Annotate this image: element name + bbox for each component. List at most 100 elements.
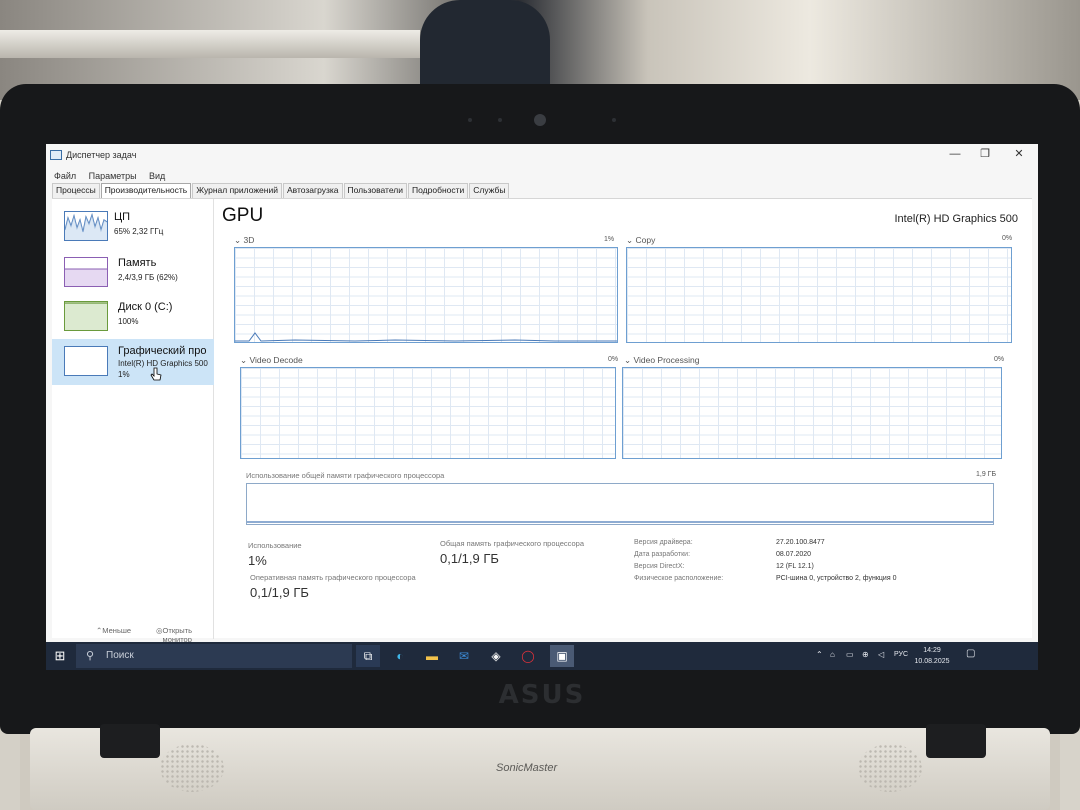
page-title: GPU (222, 205, 264, 226)
sidebar-item-cpu[interactable]: ЦП 65% 2,32 ГГц (52, 205, 214, 249)
screen: Диспетчер задач — ❐ ✕ Файл Параметры Вид… (46, 144, 1038, 670)
cpu-thumbnail (64, 211, 108, 241)
person-in-background (420, 0, 550, 95)
sound-brand-label: SonicMaster (496, 762, 558, 774)
shared-memory-value: 0,1/1,9 ГБ (440, 551, 499, 566)
task-view-icon[interactable]: ⧉ (356, 645, 380, 667)
notifications-icon[interactable]: ▢ (966, 648, 975, 659)
graph-label-video-decode[interactable]: ⌄ Video Decode (240, 355, 303, 366)
graph-percent-video-decode: 0% (608, 356, 619, 363)
close-button[interactable]: ✕ (1004, 145, 1034, 163)
volume-icon[interactable]: ◁ (878, 650, 884, 659)
tab-processes[interactable]: Процессы (52, 183, 100, 198)
tab-details[interactable]: Подробности (408, 183, 469, 198)
tab-startup[interactable]: Автозагрузка (282, 183, 343, 198)
clock-time: 14:29 (923, 647, 941, 654)
disk-thumbnail (64, 301, 108, 331)
language-indicator[interactable]: РУС (894, 651, 908, 658)
globe-icon[interactable]: ⊕ (862, 650, 869, 659)
mail-icon[interactable]: ✉ (452, 645, 476, 667)
graph-video-decode (240, 367, 616, 459)
info-location-value: PCI-шина 0, устройство 2, функция 0 (776, 575, 897, 582)
graph-label-video-processing[interactable]: ⌄ Video Processing (624, 355, 699, 366)
sidebar-item-memory[interactable]: Память 2,4/3,9 ГБ (62%) (52, 251, 214, 295)
sidebar-item-detail: Intel(R) HD Graphics 500 (118, 359, 208, 368)
sidebar-item-label: Графический про (118, 345, 207, 357)
menu-view[interactable]: Вид (149, 171, 165, 181)
sensor-dot (468, 118, 472, 122)
battery-icon[interactable]: ▭ (846, 650, 854, 659)
taskbar: ⊞ ⚲ Поиск ⧉ ◐ ▬ ✉ ◈ ◯ ▣ ⌃ ⌂ ▭ ⊕ ◁ РУС 14… (46, 642, 1038, 670)
graph-label-copy[interactable]: ⌄ Copy (626, 235, 655, 246)
memory-thumbnail (64, 257, 108, 287)
info-driver-value: 27.20.100.8477 (776, 539, 825, 546)
tab-services[interactable]: Службы (469, 183, 510, 198)
clock[interactable]: 14:29 10.08.2025 (910, 645, 954, 667)
resource-monitor-link[interactable]: ◎ Открыть монитор ресурсов (156, 626, 194, 653)
footer-bar: ⌃ Меньше ◎ Открыть монитор ресурсов (46, 624, 1038, 653)
task-manager-taskbar-icon[interactable]: ▣ (550, 645, 574, 667)
menu-options[interactable]: Параметры (89, 171, 137, 181)
edge-icon[interactable]: ◐ (388, 645, 412, 667)
tab-strip: Процессы Производительность Журнал прило… (52, 183, 510, 198)
sidebar-item-usage: 1% (118, 370, 130, 379)
webcam-icon (534, 114, 546, 126)
sidebar-item-detail: 65% 2,32 ГГц (114, 227, 164, 236)
tab-app-history[interactable]: Журнал приложений (192, 183, 282, 198)
network-icon[interactable]: ⌂ (830, 650, 835, 659)
maximize-button[interactable]: ❐ (970, 145, 1000, 163)
hinge-left (100, 724, 160, 758)
windows-start-icon[interactable]: ⊞ (46, 642, 74, 670)
store-icon[interactable]: ◈ (484, 645, 508, 667)
graph-label-3d[interactable]: ⌄ 3D (234, 235, 254, 246)
gpu-model-name: Intel(R) HD Graphics 500 (894, 213, 1019, 225)
sidebar-item-detail: 2,4/3,9 ГБ (62%) (118, 273, 178, 282)
graph-copy (626, 247, 1012, 343)
menu-file[interactable]: Файл (54, 171, 76, 181)
performance-pane: ЦП 65% 2,32 ГГц Память 2,4/3,9 ГБ (62%) … (52, 198, 1032, 639)
info-date-value: 08.07.2020 (776, 551, 812, 558)
tray-overflow-icon[interactable]: ⌃ (816, 650, 823, 659)
task-manager-icon (50, 150, 62, 160)
store-shelf (0, 30, 420, 58)
sidebar-item-disk[interactable]: Диск 0 (C:) 100% (52, 295, 214, 339)
graph-percent-3d: 1% (604, 236, 615, 243)
info-directx-value: 12 (FL 12.1) (776, 563, 814, 570)
speaker-grille-left (160, 744, 224, 792)
resource-sidebar: ЦП 65% 2,32 ГГц Память 2,4/3,9 ГБ (62%) … (52, 199, 214, 639)
sidebar-item-label: Диск 0 (C:) (118, 301, 173, 313)
sidebar-item-label: ЦП (114, 211, 131, 223)
graph-3d (234, 247, 618, 343)
minimize-button[interactable]: — (940, 145, 970, 163)
opera-icon[interactable]: ◯ (516, 645, 540, 667)
dedicated-memory-value: 0,1/1,9 ГБ (250, 585, 309, 600)
hand-cursor-icon (150, 367, 162, 381)
taskbar-search[interactable]: ⚲ Поиск (76, 644, 352, 668)
sidebar-item-gpu[interactable]: Графический про Intel(R) HD Graphics 500… (52, 339, 214, 385)
sensor-dot (612, 118, 616, 122)
dedicated-memory-label: Оперативная память графического процессо… (250, 573, 416, 582)
info-directx-key: Версия DirectX: (634, 563, 685, 570)
speaker-grille-right (858, 744, 922, 792)
usage-value: 1% (248, 553, 267, 568)
search-icon: ⚲ (86, 650, 95, 662)
title-bar: Диспетчер задач — ❐ ✕ (46, 144, 1038, 166)
tab-users[interactable]: Пользователи (343, 183, 408, 198)
graph-video-processing (622, 367, 1002, 459)
shared-memory-graph (246, 483, 994, 525)
tab-performance[interactable]: Производительность (100, 183, 192, 198)
window-title: Диспетчер задач (66, 150, 137, 160)
fewer-details-link[interactable]: ⌃ Меньше (96, 626, 131, 635)
clock-date: 10.08.2025 (914, 658, 950, 665)
shared-memory-graph-max: 1,9 ГБ (976, 471, 997, 478)
shared-memory-graph-label: Использование общей памяти графического … (246, 471, 445, 480)
laptop-brand-logo: ASUS (498, 680, 586, 710)
usage-label: Использование (248, 541, 302, 550)
file-explorer-icon[interactable]: ▬ (420, 645, 444, 667)
info-date-key: Дата разработки: (634, 551, 691, 558)
sensor-dot (498, 118, 502, 122)
info-driver-key: Версия драйвера: (634, 539, 693, 546)
graph-percent-video-processing: 0% (994, 356, 1005, 363)
search-placeholder: Поиск (106, 650, 134, 661)
hinge-right (926, 724, 986, 758)
